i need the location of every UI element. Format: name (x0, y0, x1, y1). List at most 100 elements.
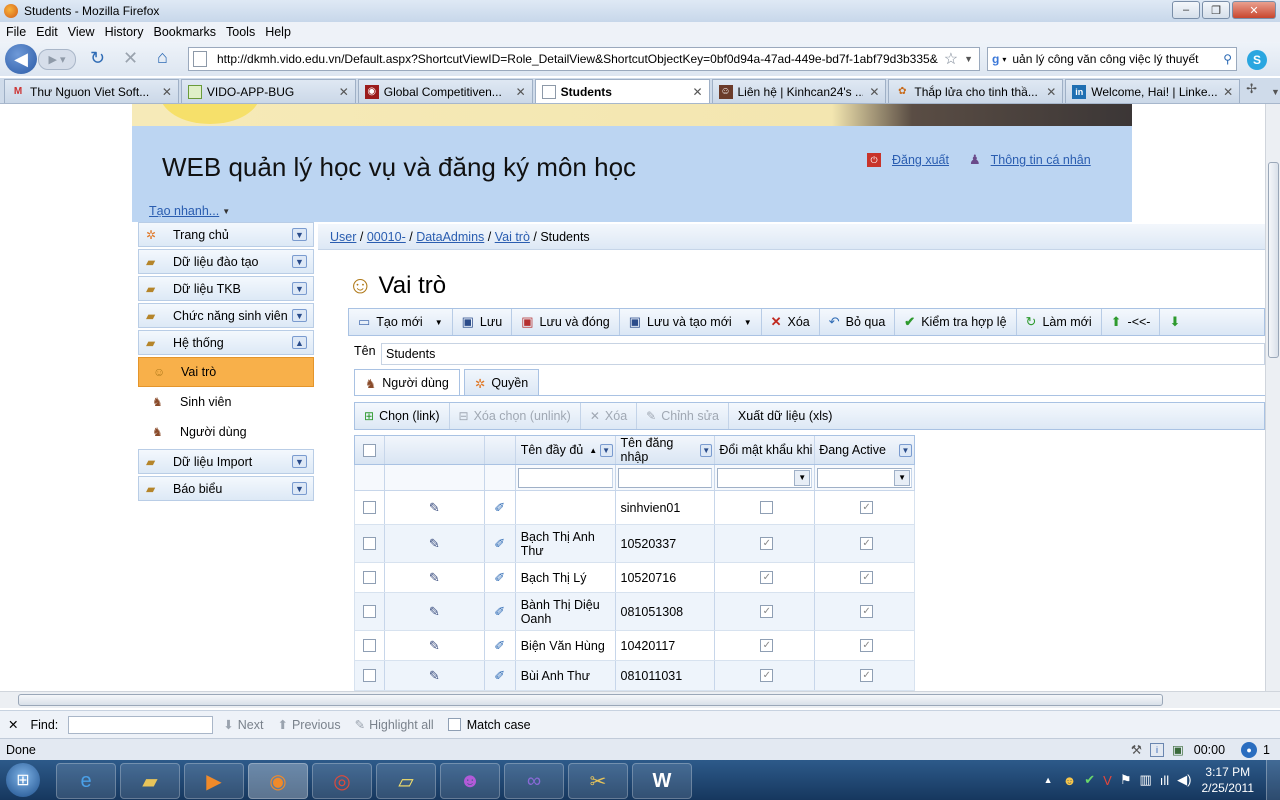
sidebar-group-timetable-data[interactable]: ▰ Dữ liệu TKB ▼ (138, 276, 314, 301)
open-detail-icon[interactable]: ✐ (494, 668, 505, 684)
header-fullname[interactable]: Tên đầy đủ ▲ ▼ (516, 436, 616, 464)
back-button[interactable]: ◀ (5, 44, 37, 74)
unlink-button[interactable]: ⊟ Xóa chọn (unlink) (450, 403, 581, 429)
open-detail-icon[interactable]: ✐ (494, 570, 505, 586)
table-row[interactable]: ✎ ✐ Bành Thị Diệu Oanh 081051308 (354, 593, 915, 631)
chevron-up-icon[interactable]: ▲ (292, 336, 307, 349)
new-button[interactable]: ▭ Tạo mới ▼ (349, 309, 453, 335)
breadcrumb-user[interactable]: User (330, 230, 356, 244)
browser-tab-active[interactable]: Students ✕ (534, 79, 710, 103)
tools-icon[interactable]: ✂ (568, 763, 628, 799)
show-desktop-button[interactable] (1266, 760, 1280, 800)
row-checkbox[interactable] (362, 605, 376, 618)
chevron-down-icon[interactable]: ▼ (292, 282, 307, 295)
edit-icon[interactable]: ✎ (429, 500, 440, 516)
sidebar-item-roles[interactable]: ☺ Vai trò (138, 357, 314, 387)
row-checkbox[interactable] (362, 669, 376, 682)
tab-close-icon[interactable]: ✕ (1223, 85, 1233, 99)
select-all-checkbox[interactable] (362, 443, 376, 457)
horizontal-scrollbar[interactable] (0, 691, 1280, 708)
sidebar-item-students[interactable]: ♞ Sinh viên (138, 387, 314, 417)
word-icon[interactable]: W (632, 763, 692, 799)
tab-permissions[interactable]: ✲ Quyền (463, 369, 540, 396)
chevron-down-icon[interactable]: ▼ (292, 255, 307, 268)
column-menu-icon[interactable]: ▼ (699, 443, 713, 457)
match-case-checkbox[interactable] (447, 718, 461, 731)
close-icon[interactable]: ✕ (8, 717, 18, 732)
chevron-down-icon[interactable]: ▼ (292, 455, 307, 468)
row-checkbox[interactable] (362, 639, 376, 652)
chevron-down-icon[interactable]: ▼ (292, 228, 307, 241)
tab-close-icon[interactable]: ✕ (1046, 85, 1056, 99)
explorer-folder-icon[interactable]: ▰ (120, 763, 180, 799)
chevron-down-icon[interactable]: ▼ (292, 482, 307, 495)
breadcrumb-dataadmins[interactable]: DataAdmins (416, 230, 484, 244)
save-new-button[interactable]: ▣ Lưu và tạo mới ▼ (620, 309, 762, 335)
save-button[interactable]: ▣ Lưu (453, 309, 513, 335)
visual-studio-icon[interactable]: ∞ (504, 763, 564, 799)
close-button[interactable]: ✕ (1232, 1, 1276, 19)
chevron-down-icon[interactable]: ▼ (435, 318, 443, 327)
row-checkbox[interactable] (362, 537, 376, 550)
row-checkbox[interactable] (362, 501, 376, 514)
name-field[interactable]: Students (381, 343, 1265, 365)
menu-help[interactable]: Help (265, 25, 291, 39)
cancel-button[interactable]: ↶ Bỏ qua (820, 309, 896, 335)
tab-close-icon[interactable]: ✕ (692, 85, 702, 99)
chevron-down-icon[interactable]: ▼ (894, 469, 911, 486)
menu-history[interactable]: History (105, 25, 144, 39)
chevron-down-icon[interactable]: ▼ (794, 469, 811, 486)
sidebar-item-users[interactable]: ♞ Người dùng (138, 417, 314, 447)
table-row[interactable]: ✎ ✐ Biện Văn Hùng 10420117 (354, 631, 915, 661)
vertical-scrollbar[interactable] (1265, 104, 1280, 691)
tray-expand-icon[interactable]: ▲ (1044, 775, 1053, 785)
validate-button[interactable]: ✔ Kiểm tra hợp lệ (895, 309, 1017, 335)
yahoo-messenger-icon[interactable]: ☻ (440, 763, 500, 799)
export-xls-button[interactable]: Xuất dữ liệu (xls) (729, 403, 842, 429)
sticky-notes-icon[interactable]: ▱ (376, 763, 436, 799)
save-close-button[interactable]: ▣ Lưu và đóng (512, 309, 620, 335)
open-detail-icon[interactable]: ✐ (494, 500, 505, 516)
edit-icon[interactable]: ✎ (429, 604, 440, 620)
forward-button[interactable]: ▶ ▾ (38, 49, 76, 70)
row-checkbox[interactable] (362, 571, 376, 584)
table-row[interactable]: ✎ ✐ Bùi Anh Thư 081011031 (354, 661, 915, 691)
browser-tab[interactable]: ☺ Liên hệ | Kinhcan24's ... ✕ (711, 79, 887, 103)
search-icon[interactable]: ⚲ (1219, 52, 1236, 66)
chevron-down-icon[interactable]: ▼ (744, 318, 752, 327)
tab-close-icon[interactable]: ✕ (339, 85, 349, 99)
skype-icon[interactable]: S (1247, 50, 1267, 70)
new-tab-icon[interactable]: ✢ (1246, 81, 1257, 97)
filter-fullname-input[interactable] (517, 467, 613, 488)
open-detail-icon[interactable]: ✐ (494, 536, 505, 552)
filter-change-pw-select[interactable]: ▼ (717, 467, 813, 488)
browser-tab[interactable]: in Welcome, Hai! | Linke... ✕ (1065, 79, 1241, 103)
sidebar-group-import[interactable]: ▰ Dữ liệu Import ▼ (138, 449, 314, 474)
tab-users[interactable]: ♞ Người dùng (354, 369, 460, 396)
tab-list-icon[interactable]: ▼ (1271, 87, 1280, 97)
edit-row-button[interactable]: ✎ Chỉnh sửa (637, 403, 729, 429)
table-row[interactable]: ✎ ✐ sinhvien01 (354, 491, 915, 525)
link-button[interactable]: ⊞ Chọn (link) (355, 403, 450, 429)
logout-link[interactable]: Đăng xuất (892, 153, 949, 167)
sidebar-group-home[interactable]: ✲ Trang chủ ▼ (138, 222, 314, 247)
clock[interactable]: 3:17 PM 2/25/2011 (1202, 764, 1255, 796)
browser-tab[interactable]: VIDO-APP-BUG ✕ (180, 79, 356, 103)
highlight-all-button[interactable]: Highlight all (369, 718, 434, 732)
breadcrumb-code[interactable]: 00010- (367, 230, 406, 244)
menu-file[interactable]: File (6, 25, 26, 39)
sidebar-group-training-data[interactable]: ▰ Dữ liệu đào tạo ▼ (138, 249, 314, 274)
menu-tools[interactable]: Tools (226, 25, 255, 39)
tab-close-icon[interactable]: ✕ (516, 85, 526, 99)
chevron-down-icon[interactable]: ▼ (292, 309, 307, 322)
scroll-thumb[interactable] (18, 694, 1163, 706)
browser-tab[interactable]: M Thư Nguon Viet Soft... ✕ (4, 79, 179, 103)
header-username[interactable]: Tên đăng nhập ▼ (616, 436, 716, 464)
profile-link[interactable]: Thông tin cá nhân (991, 153, 1091, 167)
open-detail-icon[interactable]: ✐ (494, 604, 505, 620)
url-bar[interactable]: http://dkmh.vido.edu.vn/Default.aspx?Sho… (188, 47, 980, 71)
header-change-password[interactable]: Đổi mật khẩu khi (715, 436, 816, 464)
find-previous-button[interactable]: Previous (292, 718, 341, 732)
delete-button[interactable]: ✕ Xóa (762, 309, 820, 335)
menu-edit[interactable]: Edit (36, 25, 58, 39)
